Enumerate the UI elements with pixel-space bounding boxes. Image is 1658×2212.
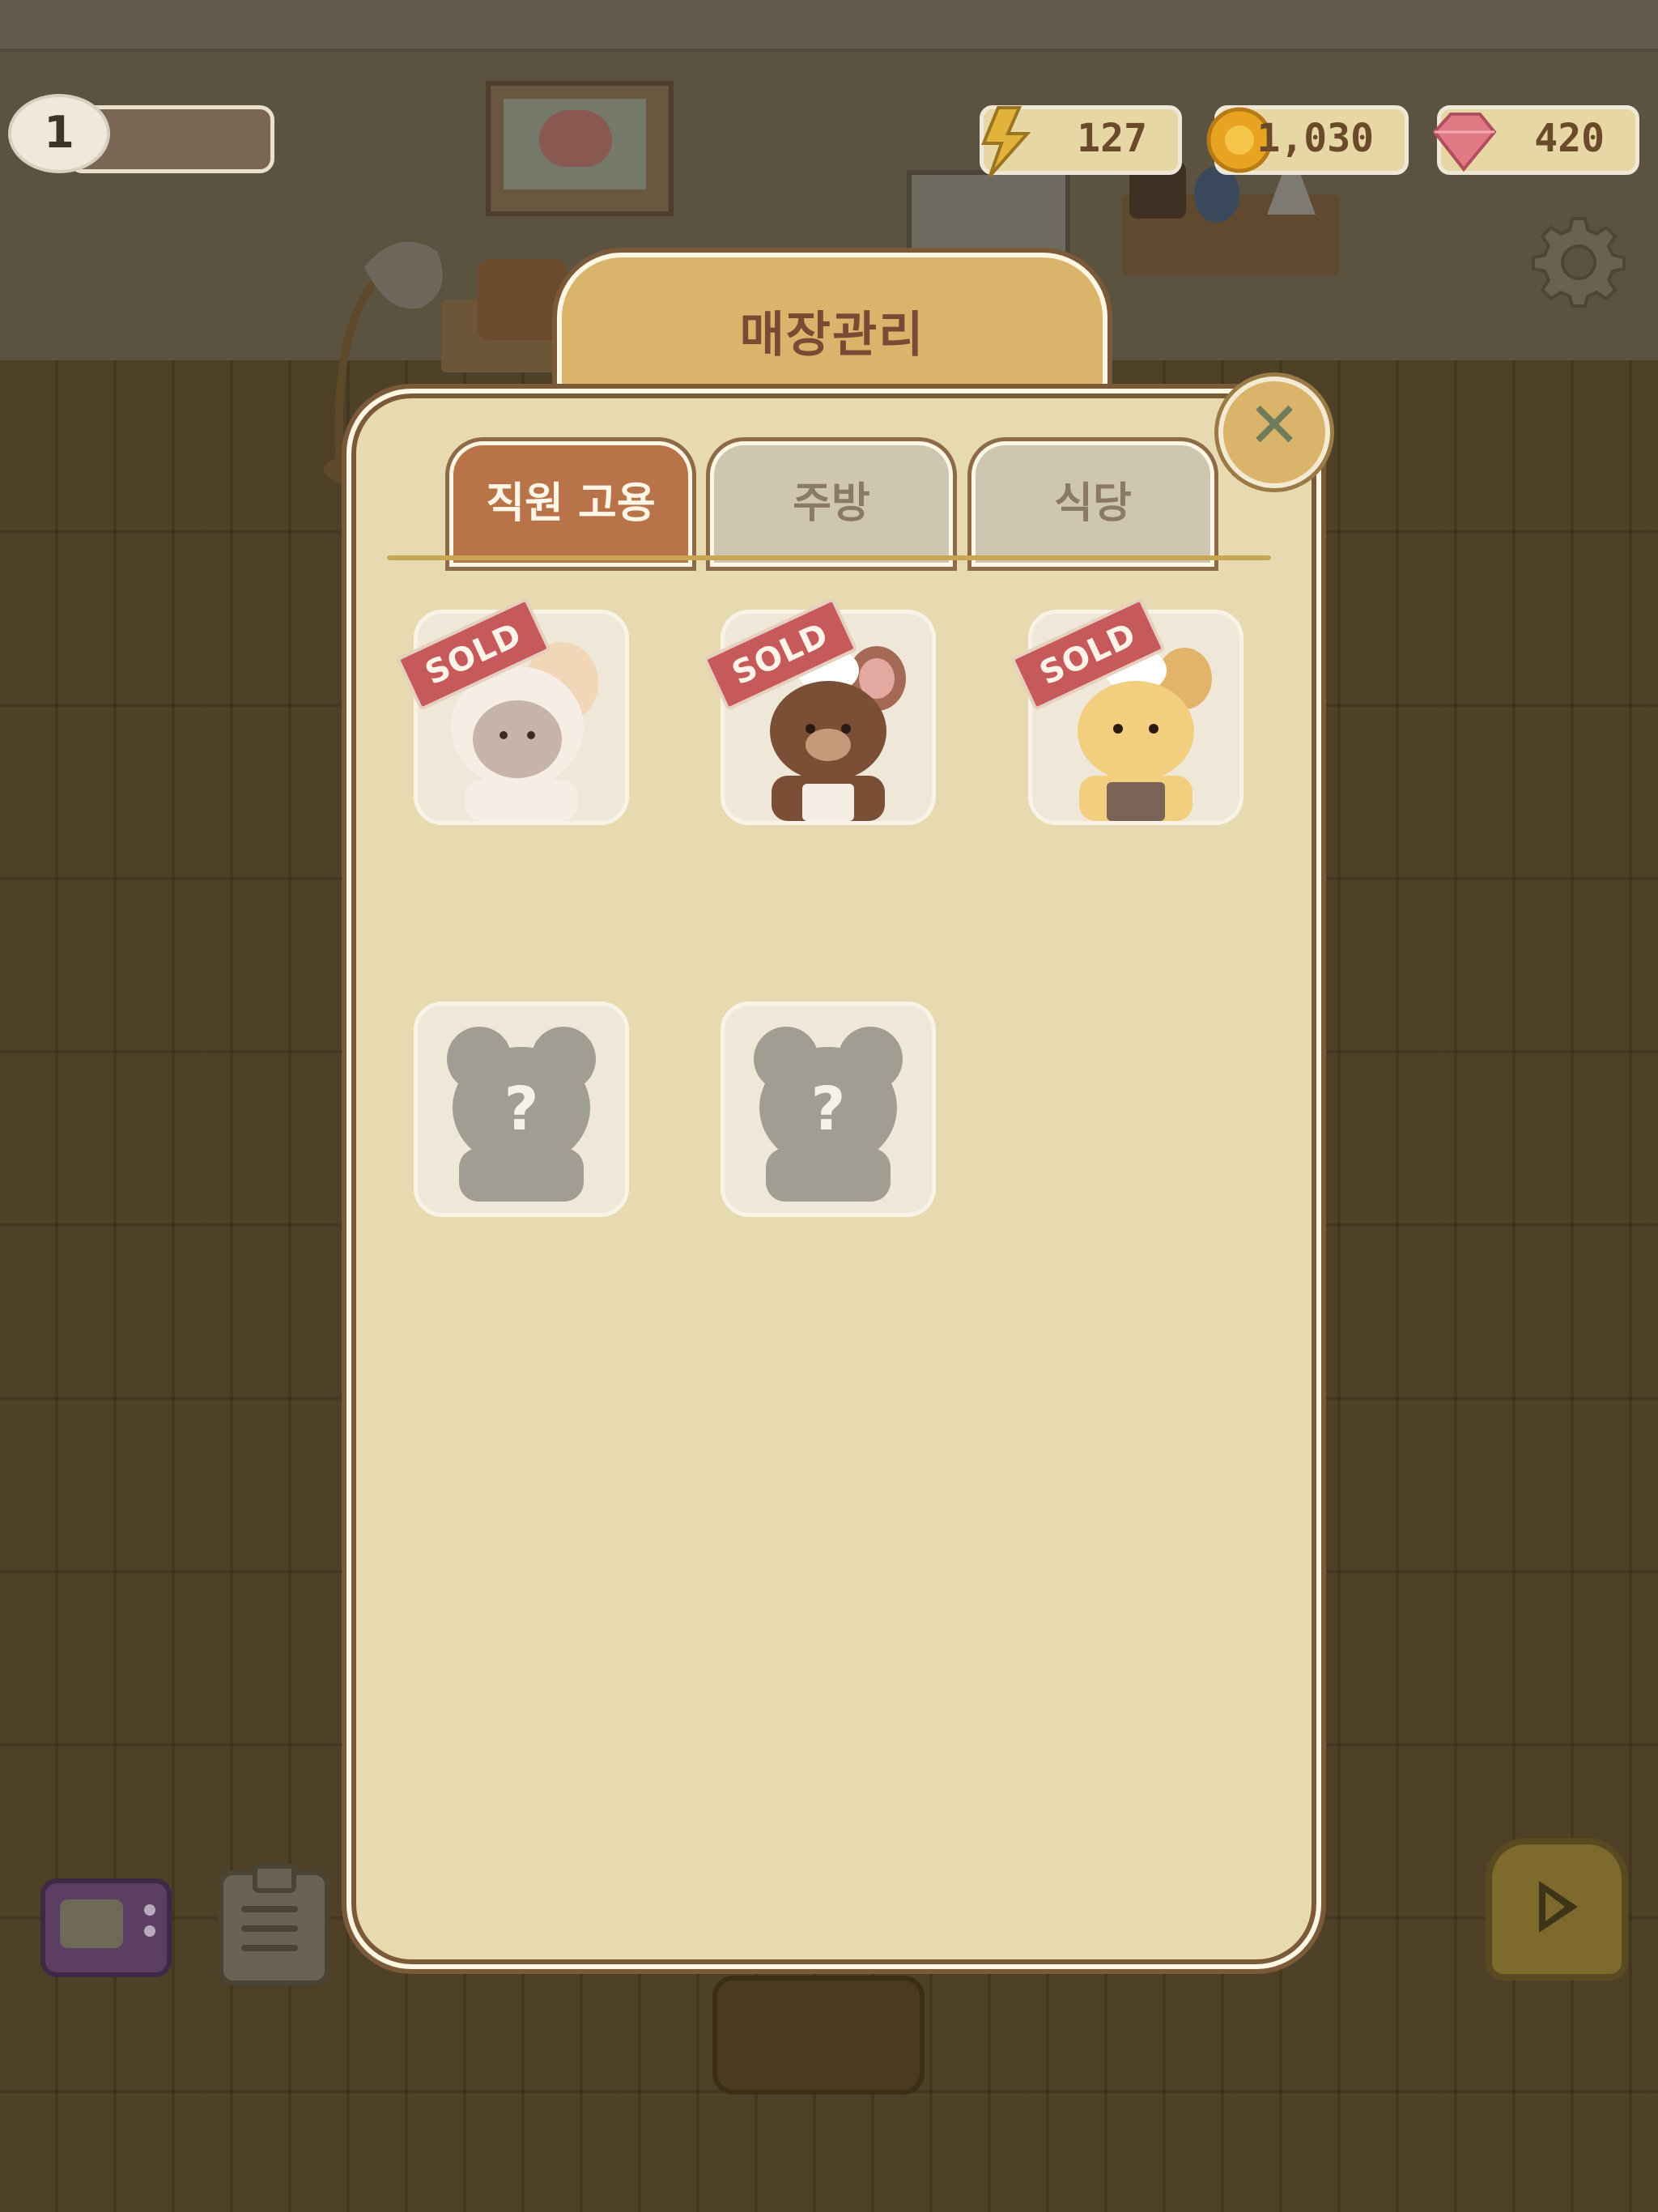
cake-decoration xyxy=(478,259,567,340)
staff-card-cat[interactable]: SOLD xyxy=(1010,597,1239,821)
question-mark: ? xyxy=(810,1074,846,1144)
question-mark: ? xyxy=(504,1074,539,1144)
gear-icon[interactable] xyxy=(1530,212,1627,309)
gem-value: 420 xyxy=(1534,116,1605,161)
staff-card-locked-2[interactable]: ? xyxy=(725,1006,932,1213)
tv-button[interactable] xyxy=(40,1878,172,1977)
video-play-button[interactable] xyxy=(1486,1838,1628,1980)
wall-picture-frame xyxy=(486,81,674,216)
gem-counter[interactable]: 420 xyxy=(1432,105,1639,175)
staff-card-locked-1[interactable]: ? xyxy=(418,1006,625,1213)
coin-value: 1,030 xyxy=(1256,116,1375,161)
cat-portrait-icon xyxy=(539,110,612,167)
bottom-center-slot[interactable] xyxy=(712,1976,925,2095)
player-level[interactable]: 1 xyxy=(11,97,274,173)
tv-icon xyxy=(60,1899,123,1948)
clipboard-button[interactable] xyxy=(219,1864,329,1985)
lightning-icon xyxy=(981,106,1031,177)
modal-title: 매장관리 xyxy=(739,307,925,364)
energy-counter[interactable]: 127 xyxy=(980,105,1182,177)
tab-divider xyxy=(387,555,1271,560)
gem-icon xyxy=(1432,113,1497,172)
wall-ceiling xyxy=(0,0,1658,52)
tab-hire-staff[interactable]: 직원 고용 xyxy=(449,441,692,567)
close-button[interactable]: ✕ xyxy=(1218,376,1330,488)
level-number: 1 xyxy=(44,107,74,158)
staff-card-bear[interactable]: SOLD xyxy=(703,597,932,821)
wall-shelf xyxy=(1121,150,1340,275)
tab-restaurant[interactable]: 식당 xyxy=(971,441,1214,567)
tab-restaurant-label: 식당 xyxy=(1054,479,1132,528)
close-icon: ✕ xyxy=(1248,389,1301,462)
clipboard-icon xyxy=(253,1864,296,1893)
energy-value: 127 xyxy=(1077,116,1147,161)
tab-hire-staff-label: 직원 고용 xyxy=(486,479,656,528)
tab-kitchen-label: 주방 xyxy=(793,479,870,528)
staff-card-bunny[interactable]: SOLD xyxy=(396,597,625,821)
coin-counter[interactable]: 1,030 xyxy=(1206,105,1409,175)
tab-kitchen[interactable]: 주방 xyxy=(710,441,953,567)
